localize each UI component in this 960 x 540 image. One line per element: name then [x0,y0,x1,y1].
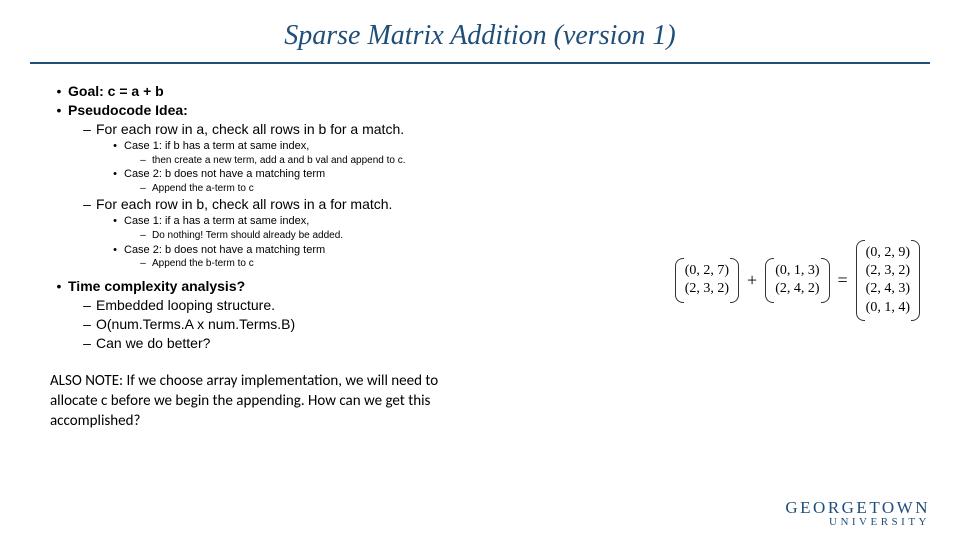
goal-line: Goal: c = a + b [68,82,910,101]
tc-3: Can we do better? [96,334,910,353]
plus-icon: + [745,270,759,291]
matrix-a: (0, 2, 7) (2, 3, 2) [675,258,739,302]
a-case1: Case 1: if b has a term at same index, [124,139,910,154]
a-case2-sub: Append the a-term to c [152,182,910,196]
matrix-b: (0, 1, 3) (2, 4, 2) [765,258,829,302]
georgetown-logo: GEORGETOWN UNIVERSITY [785,498,930,528]
a-case1-sub: then create a new term, add a and b val … [152,154,910,168]
matrix-c: (0, 2, 9) (2, 3, 2) (2, 4, 3) (0, 1, 4) [856,240,920,321]
a-case2: Case 2: b does not have a matching term [124,167,910,182]
loop-b: For each row in b, check all rows in a f… [96,195,910,214]
also-note: ALSO NOTE: If we choose array implementa… [50,371,450,432]
page-title: Sparse Matrix Addition (version 1) [30,0,930,64]
equals-icon: = [836,270,850,291]
matrix-equation: (0, 2, 7) (2, 3, 2) + (0, 1, 3) (2, 4, 2… [675,240,920,321]
pseudo-line: Pseudocode Idea: [68,101,910,120]
loop-a: For each row in a, check all rows in b f… [96,120,910,139]
b-case1: Case 1: if a has a term at same index, [124,214,910,229]
